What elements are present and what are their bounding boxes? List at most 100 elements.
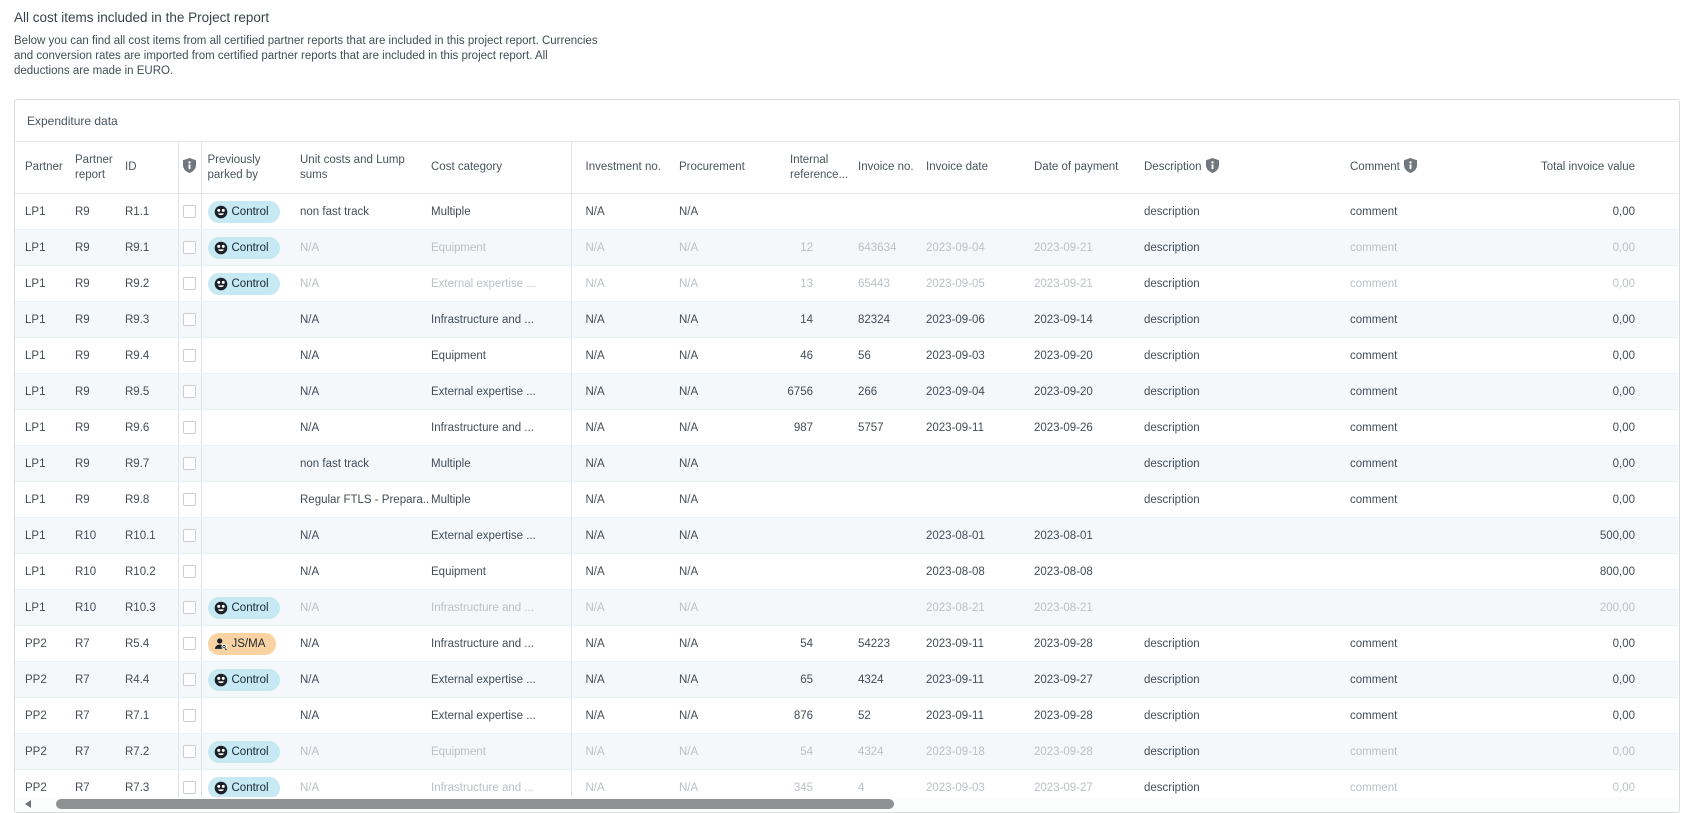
row-select-checkbox[interactable] [183,565,196,578]
cell-procurement: N/A [671,302,781,338]
cell-invoice-no: 643634 [855,230,925,266]
cell-previously-parked-by [201,410,295,446]
row-select-checkbox[interactable] [183,421,196,434]
cell-id: R9.4 [125,338,178,374]
table-row: LP1R10R10.3ControlN/AInfrastructure and … [15,590,1678,626]
row-select-checkbox[interactable] [183,745,196,758]
column-header-total-invoice-value: Total invoice value [1480,142,1645,194]
cell-select [178,734,201,770]
column-header-filler [1645,142,1678,194]
cell-description: description [1140,482,1330,518]
cell-date-of-payment: 2023-09-27 [1030,662,1140,698]
cell-description: description [1140,230,1330,266]
row-select-checkbox[interactable] [183,637,196,650]
cell-partner: PP2 [15,734,75,770]
cell-invoice-no: 52 [855,698,925,734]
row-select-checkbox[interactable] [183,313,196,326]
cell-invoice-date: 2023-09-06 [925,302,1030,338]
row-select-checkbox[interactable] [183,457,196,470]
cell-investment-no: N/A [571,194,671,230]
cell-previously-parked-by [201,698,295,734]
row-select-checkbox[interactable] [183,349,196,362]
cell-comment [1330,554,1480,590]
cell-partner: LP1 [15,194,75,230]
cell-procurement: N/A [671,266,781,302]
row-select-checkbox[interactable] [183,385,196,398]
cell-unit-costs: N/A [295,590,430,626]
cell-previously-parked-by: Control [201,590,295,626]
cell-investment-no: N/A [571,482,671,518]
cell-cost-category: External expertise ... [430,662,571,698]
row-select-checkbox[interactable] [183,277,196,290]
column-header-unit-costs: Unit costs and Lump sums [295,142,430,194]
table-row: LP1R9R9.7non fast trackMultipleN/AN/Ades… [15,446,1678,482]
cell-date-of-payment: 2023-09-21 [1030,266,1140,302]
row-select-checkbox[interactable] [183,781,196,794]
info-shield-icon[interactable] [183,164,196,176]
column-header-date-of-payment: Date of payment [1030,142,1140,194]
cell-filler [1645,194,1678,230]
cell-total-invoice-value: 0,00 [1480,662,1645,698]
cell-internal-reference: 13 [781,266,855,302]
column-header-procurement: Procurement [671,142,781,194]
cell-internal-reference: 46 [781,338,855,374]
cell-select [178,626,201,662]
table-row: LP1R9R9.3N/AInfrastructure and ...N/AN/A… [15,302,1678,338]
row-select-checkbox[interactable] [183,529,196,542]
control-badge: Control [208,669,280,691]
cell-internal-reference [781,446,855,482]
control-wheel-icon [214,277,228,291]
cell-date-of-payment: 2023-08-08 [1030,554,1140,590]
cell-comment: comment [1330,446,1480,482]
cell-unit-costs: N/A [295,230,430,266]
cell-previously-parked-by [201,446,295,482]
info-shield-icon[interactable] [1404,158,1417,177]
cell-internal-reference: 54 [781,734,855,770]
info-shield-icon[interactable] [1206,158,1219,177]
cell-invoice-no: 266 [855,374,925,410]
cell-partner: LP1 [15,518,75,554]
cell-comment [1330,590,1480,626]
table-row: LP1R9R9.8Regular FTLS - Prepara...Multip… [15,482,1678,518]
cell-invoice-no [855,446,925,482]
scroll-left-arrow-icon[interactable] [25,800,31,808]
cell-date-of-payment: 2023-09-26 [1030,410,1140,446]
horizontal-scrollbar[interactable] [16,797,1678,811]
cell-select [178,590,201,626]
cell-procurement: N/A [671,374,781,410]
horizontal-scrollbar-thumb[interactable] [56,799,894,809]
cell-total-invoice-value: 0,00 [1480,302,1645,338]
cell-partner-report: R7 [75,662,125,698]
row-select-checkbox[interactable] [183,205,196,218]
cell-unit-costs: N/A [295,626,430,662]
row-select-checkbox[interactable] [183,673,196,686]
cell-description: description [1140,266,1330,302]
control-wheel-icon [214,241,228,255]
badge-label: JS/MA [232,638,266,650]
cell-invoice-no: 65443 [855,266,925,302]
cell-previously-parked-by: Control [201,230,295,266]
cell-id: R7.2 [125,734,178,770]
cell-date-of-payment: 2023-09-20 [1030,374,1140,410]
row-select-checkbox[interactable] [183,601,196,614]
cell-total-invoice-value: 0,00 [1480,374,1645,410]
cell-previously-parked-by [201,302,295,338]
control-wheel-icon [214,745,228,759]
cell-cost-category: Multiple [430,446,571,482]
cell-partner-report: R10 [75,590,125,626]
control-wheel-icon [214,205,228,219]
cell-partner: LP1 [15,590,75,626]
row-select-checkbox[interactable] [183,709,196,722]
row-select-checkbox[interactable] [183,493,196,506]
column-header-description: Description [1140,142,1330,194]
cell-id: R9.1 [125,230,178,266]
cell-comment: comment [1330,626,1480,662]
table-row: LP1R9R9.5N/AExternal expertise ...N/AN/A… [15,374,1678,410]
expenditure-data-panel: Expenditure data Partner Partner report … [14,99,1680,813]
cell-partner: LP1 [15,338,75,374]
column-header-investment-no: Investment no. [571,142,671,194]
cell-unit-costs: Regular FTLS - Prepara... [295,482,430,518]
cell-previously-parked-by [201,374,295,410]
cell-partner-report: R9 [75,230,125,266]
row-select-checkbox[interactable] [183,241,196,254]
